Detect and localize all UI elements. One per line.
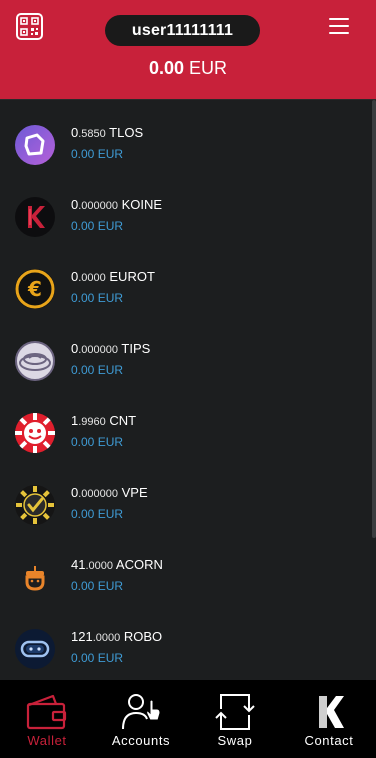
bottom-navigation: Wallet Accounts Swap Contact: [0, 680, 376, 758]
svg-text:€: €: [27, 277, 42, 301]
token-amount: 0.000000 KOINE: [71, 197, 163, 212]
nav-wallet[interactable]: Wallet: [0, 680, 94, 758]
token-amount: 0.000000 TIPS: [71, 341, 151, 356]
token-amount: 0.000000 VPE: [71, 485, 148, 500]
token-list-scrollbar[interactable]: [372, 100, 376, 538]
total-balance: 0.00 EUR: [0, 58, 376, 79]
token-row-tlos[interactable]: 0.5850 TLOS 0.00 EUR: [0, 100, 376, 172]
token-amount: 0.5850 TLOS: [71, 125, 144, 140]
token-amount: 41.0000 ACORN: [71, 557, 163, 572]
vpe-icon: [15, 485, 55, 525]
account-selector[interactable]: user11111111: [105, 15, 260, 46]
token-fiat-value: 0.00 EUR: [71, 651, 124, 665]
koine-icon: [15, 197, 55, 237]
nav-swap-label: Swap: [217, 733, 253, 748]
wallet-icon: [25, 693, 69, 731]
acorn-icon: [15, 557, 55, 597]
token-fiat-value: 0.00 EUR: [71, 219, 124, 233]
token-row-koine[interactable]: 0.000000 KOINE 0.00 EUR: [0, 172, 376, 244]
token-list: 0.5850 TLOS 0.00 EUR 0.000000 KOINE 0.00…: [0, 100, 376, 680]
token-fiat-value: 0.00 EUR: [71, 363, 124, 377]
balance-currency: EUR: [189, 58, 228, 78]
qr-code-icon[interactable]: [16, 13, 43, 40]
token-fiat-value: 0.00 EUR: [71, 147, 124, 161]
accounts-icon: [119, 693, 163, 731]
token-row-tips[interactable]: 0.000000 TIPS 0.00 EUR: [0, 316, 376, 388]
cnt-icon: [15, 413, 55, 453]
nav-accounts-label: Accounts: [111, 733, 171, 748]
token-amount: 121.0000 ROBO: [71, 629, 163, 644]
contact-logo-icon: [307, 693, 351, 731]
nav-wallet-label: Wallet: [27, 733, 67, 748]
token-row-vpe[interactable]: 0.000000 VPE 0.00 EUR: [0, 460, 376, 532]
token-row-robo[interactable]: 121.0000 ROBO 0.00 EUR: [0, 604, 376, 676]
token-row-acorn[interactable]: 41.0000 ACORN 0.00 EUR: [0, 532, 376, 604]
token-amount: 0.0000 EUROT: [71, 269, 155, 284]
token-fiat-value: 0.00 EUR: [71, 579, 124, 593]
token-row-eurot[interactable]: € 0.0000 EUROT 0.00 EUR: [0, 244, 376, 316]
hamburger-menu-icon[interactable]: [329, 18, 351, 36]
tips-icon: [15, 341, 55, 381]
token-fiat-value: 0.00 EUR: [71, 435, 124, 449]
username-label: user11111111: [131, 21, 234, 39]
robo-icon: [15, 629, 55, 669]
token-fiat-value: 0.00 EUR: [71, 291, 124, 305]
nav-swap[interactable]: Swap: [188, 680, 282, 758]
balance-amount: 0.00: [148, 58, 184, 78]
token-row-cnt[interactable]: 1.9960 CNT 0.00 EUR: [0, 388, 376, 460]
token-fiat-value: 0.00 EUR: [71, 507, 124, 521]
swap-icon: [213, 693, 257, 731]
nav-contact-label: Contact: [304, 733, 354, 748]
token-amount: 1.9960 CNT: [71, 413, 137, 428]
nav-contact[interactable]: Contact: [282, 680, 376, 758]
tlos-icon: [15, 125, 55, 165]
app-header: user11111111 0.00 EUR: [0, 0, 376, 100]
nav-accounts[interactable]: Accounts: [94, 680, 188, 758]
eurot-icon: €: [15, 269, 55, 309]
